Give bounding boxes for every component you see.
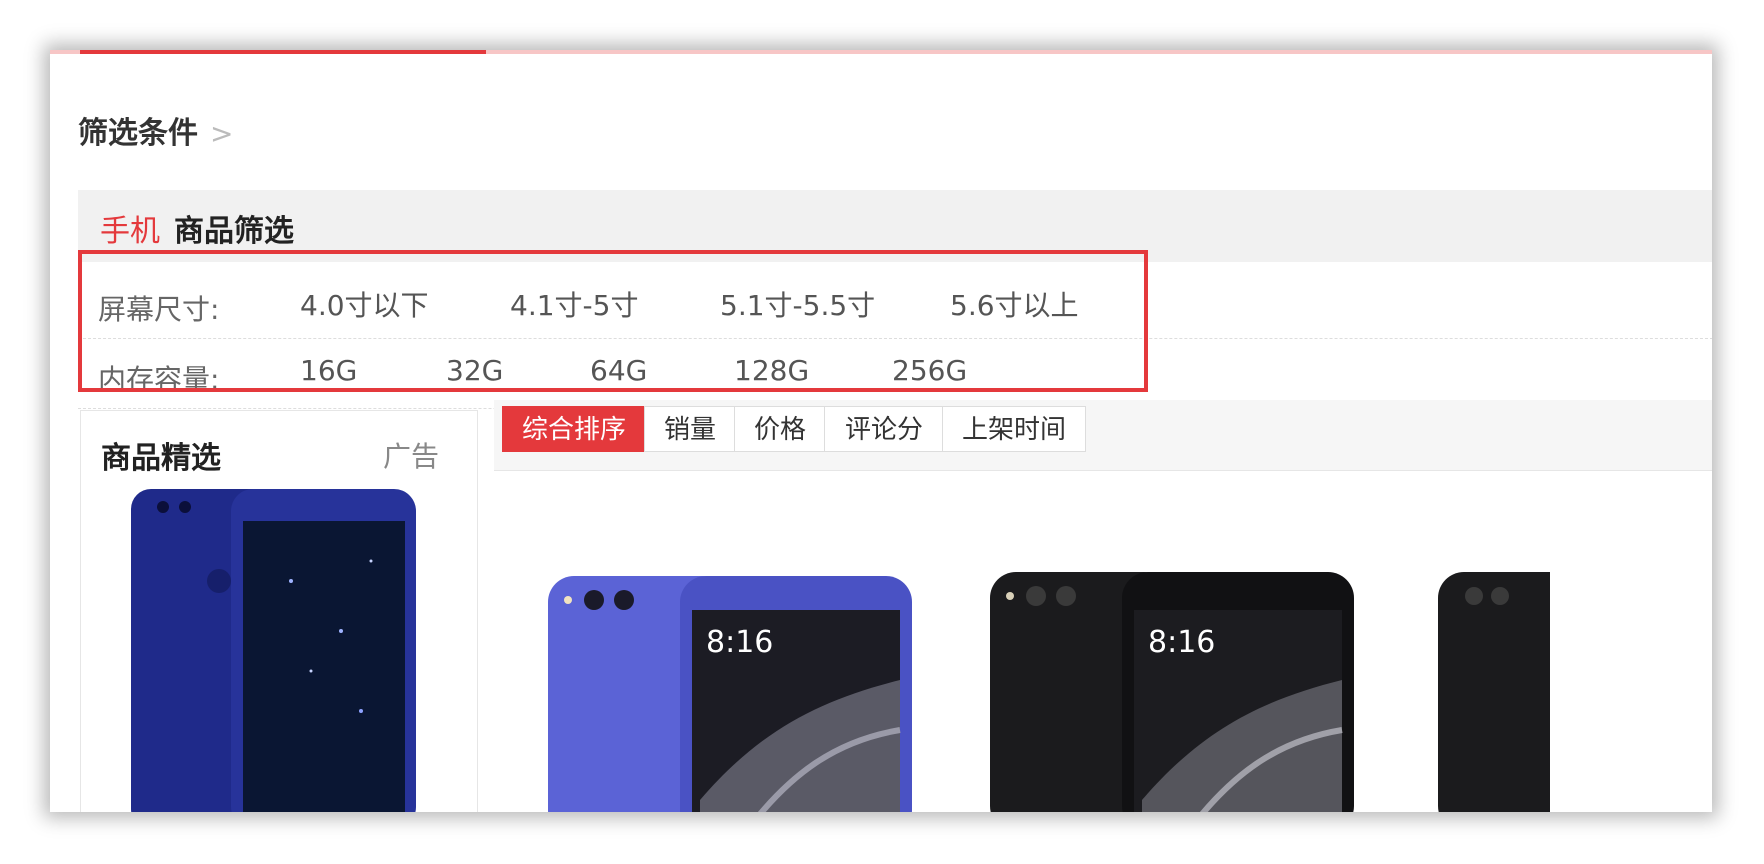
sort-tab-comprehensive[interactable]: 综合排序: [502, 406, 646, 452]
top-nav-active-indicator: [80, 50, 486, 54]
sort-bar: 综合排序 销量 价格 评论分 上架时间: [494, 400, 1712, 471]
product-image-partial[interactable]: [1430, 570, 1550, 812]
sort-tab-price[interactable]: 价格: [734, 406, 826, 452]
product-screen-time: 8:16: [706, 625, 773, 660]
top-nav-line: [50, 50, 1712, 54]
sort-tab-rating[interactable]: 评论分: [824, 406, 944, 452]
featured-sidebar: 商品精选 广告: [80, 410, 478, 812]
sort-tab-sales[interactable]: 销量: [644, 406, 736, 452]
breadcrumb-label: 筛选条件: [78, 116, 198, 151]
featured-phone-image[interactable]: [81, 411, 477, 812]
sort-tab-newest[interactable]: 上架时间: [942, 406, 1086, 452]
chevron-right-icon: >: [210, 117, 234, 150]
filter-category[interactable]: 手机: [100, 206, 160, 250]
highlight-box: [78, 250, 1148, 392]
page-frame: 筛选条件 > 手机 商品筛选 屏幕尺寸: 4.0寸以下 4.1寸-5寸 5.1寸-…: [50, 50, 1712, 812]
breadcrumb[interactable]: 筛选条件 >: [78, 108, 233, 152]
filter-title: 商品筛选: [174, 214, 294, 249]
product-image[interactable]: 8:16: [540, 570, 940, 812]
product-image[interactable]: 8:16: [982, 570, 1382, 812]
product-screen-time: 8:16: [1148, 625, 1215, 660]
